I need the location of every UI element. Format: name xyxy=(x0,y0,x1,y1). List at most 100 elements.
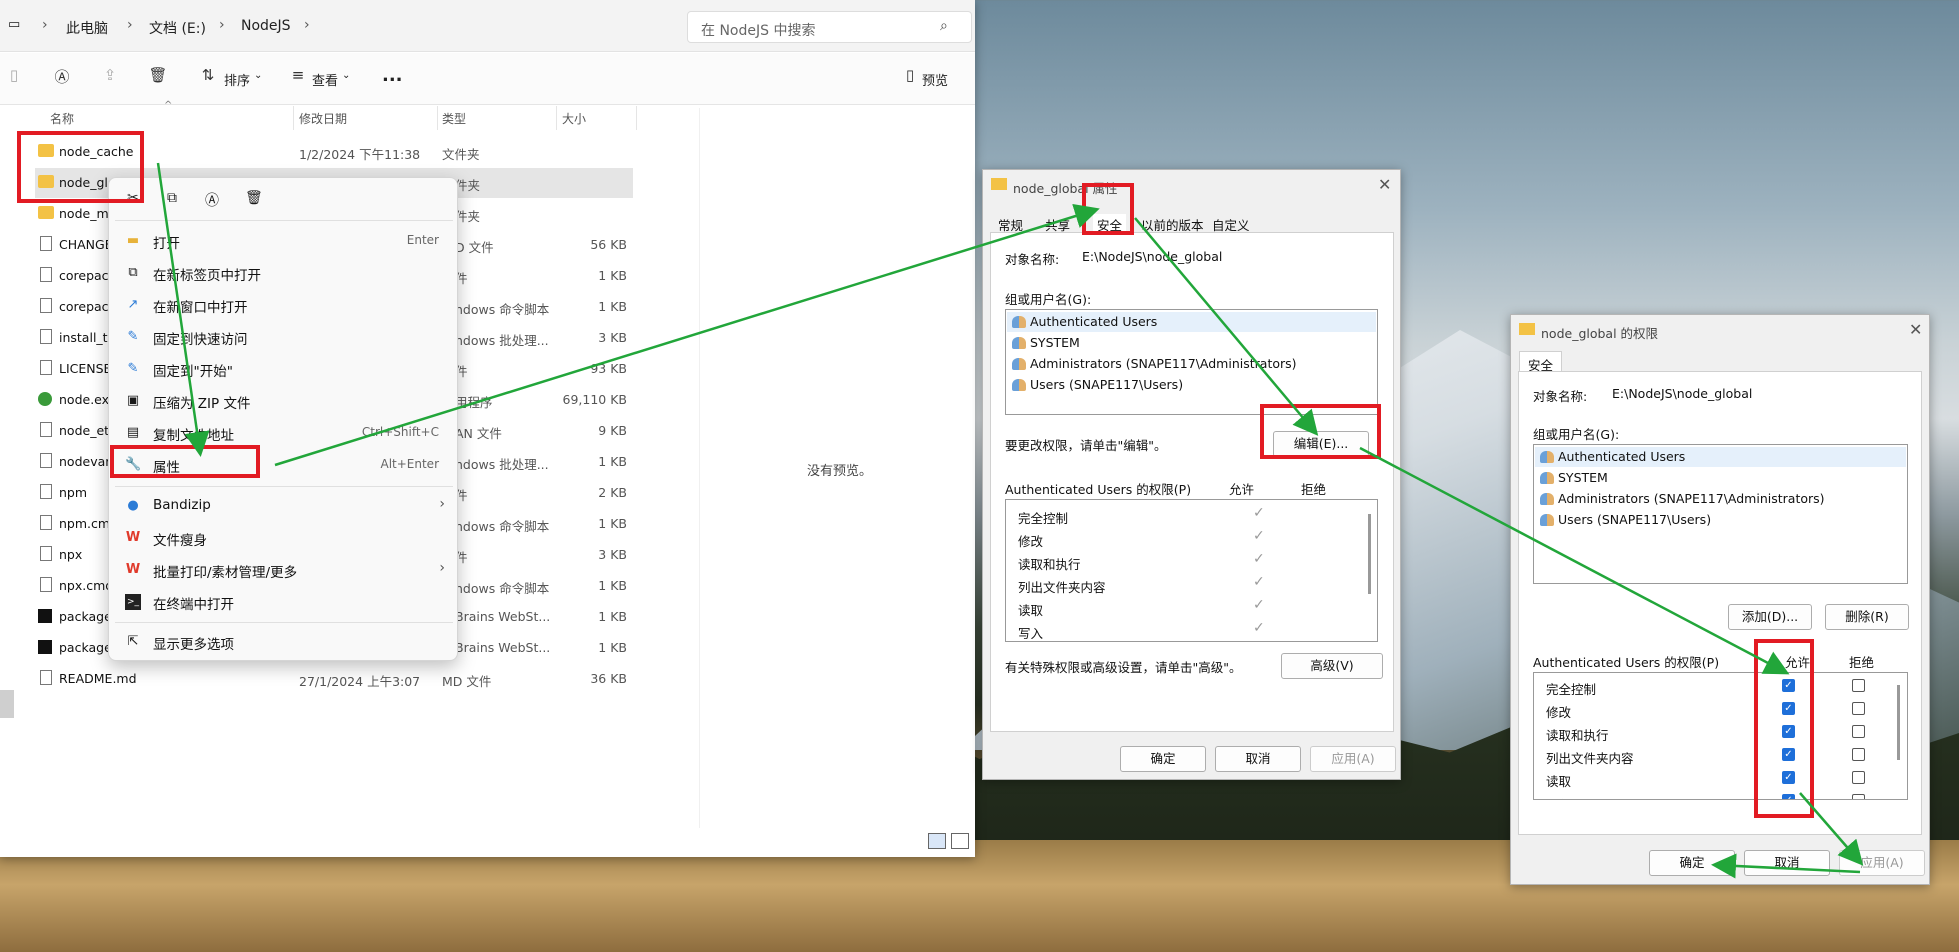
file-type: D 文件 xyxy=(455,240,494,255)
column-divider[interactable] xyxy=(556,106,557,130)
allow-checkbox[interactable]: ✓ xyxy=(1782,679,1795,692)
nodejs-icon xyxy=(38,392,52,406)
ok-button[interactable]: 确定 xyxy=(1120,746,1206,772)
allow-checkbox[interactable]: ✓ xyxy=(1782,702,1795,715)
column-header-date[interactable]: 修改日期 xyxy=(299,110,347,127)
column-divider[interactable] xyxy=(636,106,637,130)
delete-icon[interactable]: 🗑 xyxy=(245,190,263,206)
scrollbar[interactable] xyxy=(1897,685,1900,760)
cancel-button[interactable]: 取消 xyxy=(1215,746,1301,772)
file-row[interactable]: README.md 27/1/2024 上午3:07 MD 文件 36 KB xyxy=(35,664,633,694)
list-item[interactable]: Authenticated Users xyxy=(1558,449,1685,464)
rename-icon[interactable]: Ⓐ xyxy=(52,66,72,86)
users-list[interactable]: Authenticated Users SYSTEM Administrator… xyxy=(1005,309,1378,415)
tiles-view-icon[interactable] xyxy=(951,833,969,849)
share-icon[interactable]: ⇪ xyxy=(100,66,120,86)
file-row[interactable]: node_cache 1/2/2024 下午11:38 文件夹 xyxy=(35,137,633,167)
more-options-button[interactable]: ... xyxy=(382,65,403,86)
group-users-label: 组或用户名(G): xyxy=(1005,292,1092,307)
chevron-right-icon: › xyxy=(42,17,48,33)
close-icon[interactable]: ✕ xyxy=(1378,175,1391,194)
allow-checkbox[interactable]: ✓ xyxy=(1782,725,1795,738)
file-size: 3 KB xyxy=(598,547,627,562)
paste-icon[interactable]: ▯ xyxy=(4,66,24,86)
deny-checkbox[interactable] xyxy=(1852,794,1865,799)
list-item[interactable]: Administrators (SNAPE117\Administrators) xyxy=(1558,491,1825,506)
deny-checkbox[interactable] xyxy=(1852,702,1865,715)
sort-button[interactable]: 排序 xyxy=(224,70,250,89)
column-divider[interactable] xyxy=(293,106,294,130)
menu-item-open-terminal[interactable]: >_ 在终端中打开 xyxy=(109,587,459,617)
search-input[interactable]: 在 NodeJS 中搜索 ⌕ xyxy=(687,11,972,43)
preview-button[interactable]: 预览 xyxy=(922,70,948,89)
allow-checkbox[interactable]: ✓ xyxy=(1782,771,1795,784)
menu-item-properties[interactable]: 🔧 属性 Alt+Enter xyxy=(109,450,459,480)
scrollbar[interactable] xyxy=(1368,514,1371,594)
apply-button[interactable]: 应用(A) xyxy=(1310,746,1396,772)
menu-item-open[interactable]: ▬ 打开 Enter xyxy=(109,226,459,256)
preview-pane-divider[interactable] xyxy=(699,108,700,828)
menu-item-bandizip[interactable]: ● Bandizip › xyxy=(109,491,459,521)
menu-item-file-slim[interactable]: W 文件瘦身 xyxy=(109,523,459,553)
file-size: 1 KB xyxy=(598,268,627,283)
sidebar-scroll-thumb[interactable] xyxy=(0,690,14,718)
deny-checkbox[interactable] xyxy=(1852,748,1865,761)
cancel-button[interactable]: 取消 xyxy=(1744,850,1830,876)
remove-button[interactable]: 删除(R) xyxy=(1825,604,1909,630)
list-item[interactable]: Administrators (SNAPE117\Administrators) xyxy=(1030,356,1297,371)
edit-button[interactable]: 编辑(E)... xyxy=(1273,431,1369,457)
file-type: ndows 批处理... xyxy=(455,333,549,348)
allow-checkbox[interactable]: ✓ xyxy=(1782,748,1795,761)
add-button[interactable]: 添加(D)... xyxy=(1728,604,1812,630)
deny-header: 拒绝 xyxy=(1301,482,1327,497)
terminal-icon: >_ xyxy=(125,594,141,610)
rename-icon[interactable]: Ⓐ xyxy=(205,190,219,210)
menu-item-open-new-window[interactable]: ↗ 在新窗口中打开 xyxy=(109,290,459,320)
apply-button[interactable]: 应用(A) xyxy=(1839,850,1925,876)
cut-icon[interactable]: ✂ xyxy=(127,190,139,206)
deny-checkbox[interactable] xyxy=(1852,725,1865,738)
menu-item-copy-path[interactable]: ▤ 复制文件地址 Ctrl+Shift+C xyxy=(109,418,459,448)
menu-item-pin-quick-access[interactable]: ✎ 固定到快速访问 xyxy=(109,322,459,352)
column-header-type[interactable]: 类型 xyxy=(442,110,466,127)
users-icon xyxy=(1540,472,1554,484)
column-header-size[interactable]: 大小 xyxy=(562,110,586,127)
breadcrumb-nodejs[interactable]: NodeJS xyxy=(241,18,291,34)
no-preview-text: 没有预览。 xyxy=(807,464,873,479)
menu-item-compress-zip[interactable]: ▣ 压缩为 ZIP 文件 xyxy=(109,386,459,416)
file-type: 文件夹 xyxy=(442,147,480,162)
deny-checkbox[interactable] xyxy=(1852,679,1865,692)
allow-checkbox[interactable]: ✓ xyxy=(1782,794,1795,799)
menu-item-open-new-tab[interactable]: ⧉ 在新标签页中打开 xyxy=(109,258,459,288)
ok-button[interactable]: 确定 xyxy=(1649,850,1735,876)
view-icon[interactable]: ≡ xyxy=(288,66,308,86)
menu-item-pin-start[interactable]: ✎ 固定到"开始" xyxy=(109,354,459,384)
delete-icon[interactable]: 🗑 xyxy=(148,66,168,86)
permission-row: 读取和执行 xyxy=(1546,728,1609,743)
column-header-name[interactable]: 名称 xyxy=(50,110,74,127)
users-icon xyxy=(1012,337,1026,349)
list-item[interactable]: SYSTEM xyxy=(1558,470,1608,485)
check-icon: ✓ xyxy=(1253,505,1265,521)
computer-icon[interactable]: ▭ xyxy=(8,17,20,32)
advanced-button[interactable]: 高级(V) xyxy=(1281,653,1383,679)
column-divider[interactable] xyxy=(437,106,438,130)
users-list[interactable]: Authenticated Users SYSTEM Administrator… xyxy=(1533,444,1908,584)
copy-icon[interactable]: ⧉ xyxy=(167,190,177,206)
sort-icon[interactable]: ⇅ xyxy=(198,66,218,86)
details-view-icon[interactable] xyxy=(928,833,946,849)
close-icon[interactable]: ✕ xyxy=(1909,320,1922,339)
breadcrumb-drive-e[interactable]: 文档 (E:) xyxy=(149,18,206,38)
file-icon xyxy=(40,360,52,375)
list-item[interactable]: Users (SNAPE117\Users) xyxy=(1558,512,1711,527)
breadcrumb-this-pc[interactable]: 此电脑 xyxy=(66,18,108,38)
list-item[interactable]: SYSTEM xyxy=(1030,335,1080,350)
users-icon xyxy=(1540,514,1554,526)
deny-checkbox[interactable] xyxy=(1852,771,1865,784)
menu-item-show-more[interactable]: ⇱ 显示更多选项 xyxy=(109,627,459,657)
list-item[interactable]: Users (SNAPE117\Users) xyxy=(1030,377,1183,392)
view-button[interactable]: 查看 xyxy=(312,70,338,89)
list-item[interactable]: Authenticated Users xyxy=(1030,314,1157,329)
chevron-right-icon: › xyxy=(219,17,225,33)
menu-item-batch-print[interactable]: W 批量打印/素材管理/更多 › xyxy=(109,555,459,585)
